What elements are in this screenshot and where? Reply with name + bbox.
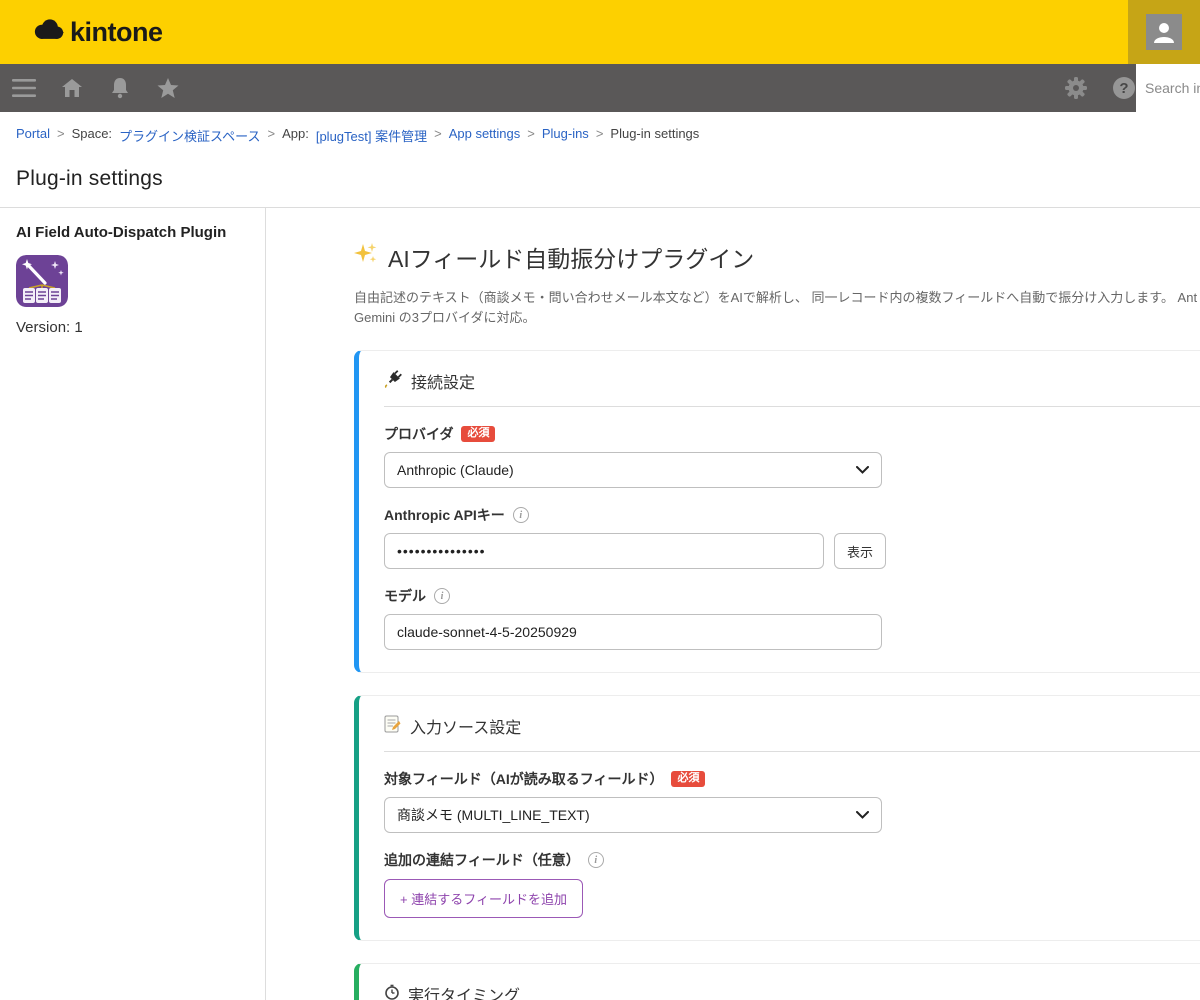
navbar-right-icons: ?	[1064, 64, 1136, 112]
breadcrumb-app-settings[interactable]: App settings	[449, 126, 521, 145]
api-key-field: Anthropic APIキー i 表示	[384, 505, 1200, 569]
breadcrumb-plugins[interactable]: Plug-ins	[542, 126, 589, 145]
app-header: kintone	[0, 0, 1200, 64]
plugin-description-line2: Gemini の3プロバイダに対応。	[354, 308, 1200, 328]
kintone-cloud-icon	[34, 18, 64, 47]
additional-fields-field: 追加の連結フィールド（任意） i + 連結するフィールドを追加	[384, 850, 1200, 918]
notifications-bell-icon[interactable]	[108, 76, 132, 100]
target-field-select[interactable]: 商談メモ (MULTI_LINE_TEXT)	[384, 797, 882, 833]
section-divider	[384, 751, 1200, 752]
user-icon	[1151, 19, 1177, 45]
section-divider	[384, 406, 1200, 407]
plugin-name: AI Field Auto-Dispatch Plugin	[16, 224, 249, 241]
home-icon[interactable]	[60, 76, 84, 100]
plugin-heading: AIフィールド自動振分けプラグイン	[354, 240, 1200, 274]
api-key-label: Anthropic APIキー	[384, 505, 505, 525]
page-title: Plug-in settings	[0, 145, 1200, 191]
provider-label: プロバイダ	[384, 424, 453, 444]
breadcrumb-space-prefix: Space:	[72, 126, 112, 145]
global-navbar: ?	[0, 64, 1200, 112]
provider-selected-value: Anthropic (Claude)	[397, 462, 514, 478]
clock-icon	[384, 984, 400, 1000]
breadcrumb-space-link[interactable]: プラグイン検証スペース	[119, 126, 260, 145]
breadcrumb-separator: >	[268, 126, 276, 145]
input-source-title: 入力ソース設定	[384, 714, 1200, 738]
api-key-input[interactable]	[384, 533, 824, 569]
kintone-logo[interactable]: kintone	[34, 17, 163, 48]
model-input[interactable]	[384, 614, 882, 650]
required-badge: 必須	[671, 771, 705, 787]
model-field: モデル i	[384, 586, 1200, 650]
provider-field: プロバイダ 必須 Anthropic (Claude)	[384, 424, 1200, 488]
target-field-label: 対象フィールド（AIが読み取るフィールド）	[384, 769, 663, 789]
plugin-description: 自由記述のテキスト（商談メモ・問い合わせメール本文など）をAIで解析し、 同一レ…	[354, 288, 1200, 328]
plugin-settings-page: kintone	[0, 0, 1200, 1000]
show-api-key-button[interactable]: 表示	[834, 533, 886, 569]
input-source-section: 入力ソース設定 対象フィールド（AIが読み取るフィールド） 必須 商談メモ (M…	[354, 695, 1200, 941]
breadcrumb-separator: >	[434, 126, 442, 145]
plugin-version: Version: 1	[16, 319, 249, 336]
connection-settings-section: 接続設定 プロバイダ 必須 Anthropic (Claude) Anth	[354, 350, 1200, 673]
breadcrumb-current: Plug-in settings	[610, 126, 699, 145]
user-menu-button[interactable]	[1128, 0, 1200, 64]
avatar	[1146, 14, 1182, 50]
execution-timing-title-text: 実行タイミング	[408, 982, 520, 1000]
model-label: モデル	[384, 586, 426, 606]
hamburger-menu-icon[interactable]	[12, 76, 36, 100]
execution-timing-section: 実行タイミング ボタンを押したとき 推奨	[354, 963, 1200, 1000]
help-icon[interactable]: ?	[1112, 76, 1136, 100]
input-source-title-text: 入力ソース設定	[410, 714, 521, 738]
provider-select[interactable]: Anthropic (Claude)	[384, 452, 882, 488]
execution-timing-title: 実行タイミング	[384, 982, 1200, 1000]
sparkles-icon	[354, 242, 378, 272]
info-icon[interactable]: i	[588, 852, 604, 868]
info-icon[interactable]: i	[434, 588, 450, 604]
required-badge: 必須	[461, 426, 495, 442]
plug-icon	[384, 369, 403, 393]
add-concat-field-button[interactable]: + 連結するフィールドを追加	[384, 879, 583, 918]
breadcrumb-separator: >	[57, 126, 65, 145]
breadcrumb-app-prefix: App:	[282, 126, 309, 145]
plugin-description-line1: 自由記述のテキスト（商談メモ・問い合わせメール本文など）をAIで解析し、 同一レ…	[354, 288, 1200, 308]
connection-settings-title-text: 接続設定	[411, 369, 475, 393]
memo-icon	[384, 715, 402, 738]
plugin-sidebar: AI Field Auto-Dispatch Plugin	[0, 208, 266, 1000]
chevron-down-icon	[856, 811, 869, 819]
question-mark-icon: ?	[1113, 77, 1135, 99]
plugin-heading-text: AIフィールド自動振分けプラグイン	[388, 240, 754, 274]
favorites-star-icon[interactable]	[156, 76, 180, 100]
chevron-down-icon	[856, 466, 869, 474]
target-field-selected-value: 商談メモ (MULTI_LINE_TEXT)	[397, 805, 590, 825]
breadcrumb: Portal > Space: プラグイン検証スペース > App: [plug…	[0, 112, 1200, 145]
breadcrumb-separator: >	[596, 126, 604, 145]
target-field: 対象フィールド（AIが読み取るフィールド） 必須 商談メモ (MULTI_LIN…	[384, 769, 1200, 833]
kintone-logo-text: kintone	[70, 17, 163, 48]
breadcrumb-separator: >	[527, 126, 535, 145]
info-icon[interactable]: i	[513, 507, 529, 523]
search-input[interactable]	[1136, 64, 1200, 112]
plugin-icon	[16, 255, 68, 307]
plugin-settings-main: AIフィールド自動振分けプラグイン 自由記述のテキスト（商談メモ・問い合わせメー…	[266, 208, 1200, 1000]
navbar-left-icons	[12, 76, 180, 100]
connection-settings-title: 接続設定	[384, 369, 1200, 393]
global-search	[1136, 64, 1200, 112]
settings-gear-icon[interactable]	[1064, 76, 1088, 100]
breadcrumb-portal[interactable]: Portal	[16, 126, 50, 145]
additional-fields-label: 追加の連結フィールド（任意）	[384, 850, 580, 870]
breadcrumb-app-link[interactable]: [plugTest] 案件管理	[316, 126, 427, 145]
